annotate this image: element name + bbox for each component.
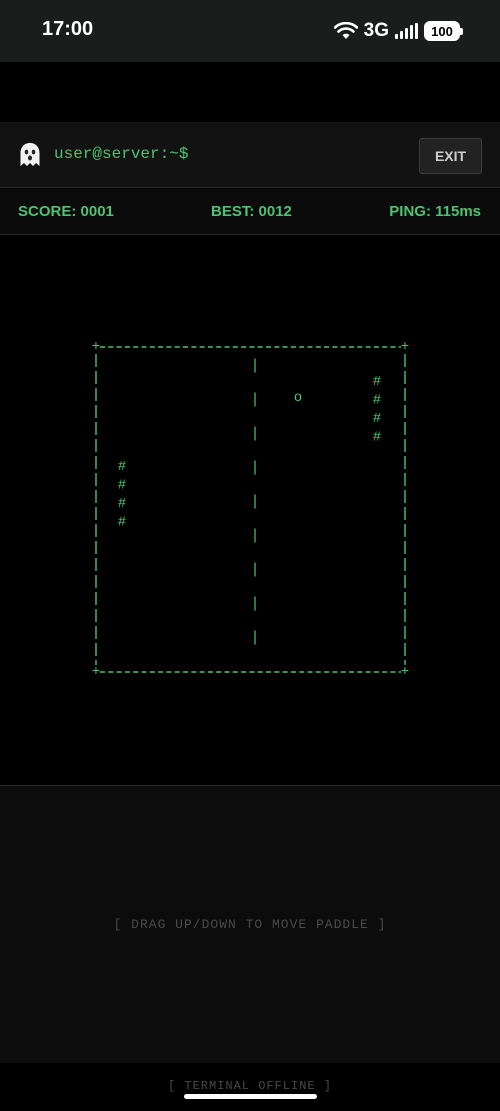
battery-level: 100 xyxy=(431,23,453,39)
player-paddle-segment: # xyxy=(118,496,126,512)
wifi-icon xyxy=(333,22,358,39)
center-net-segment: | xyxy=(250,426,259,443)
center-net-segment: | xyxy=(250,392,259,409)
terminal-prompt: user@server:~$ xyxy=(54,145,189,163)
opponent-paddle-segment: # xyxy=(373,393,381,409)
score-bar: SCORE: 0001 BEST: 0012 PING: 115ms xyxy=(0,189,500,235)
center-net-segment: | xyxy=(250,630,259,647)
center-net-segment: | xyxy=(250,596,259,613)
opponent-paddle-segment: # xyxy=(373,374,381,390)
board-corner: + xyxy=(92,664,100,680)
clock: 17:00 xyxy=(42,18,94,40)
player-paddle-segment: # xyxy=(118,459,126,475)
opponent-paddle-segment: # xyxy=(373,411,381,427)
ghost-icon xyxy=(20,143,40,166)
score-counter: SCORE: 0001 xyxy=(18,203,114,220)
center-net-segment: | xyxy=(250,460,259,477)
paddle-control-area[interactable]: [ DRAG UP/DOWN TO MOVE PADDLE ] xyxy=(0,785,500,1063)
pong-board: + + + + | | | | | | | | | # # # # # # # # o xyxy=(92,339,409,680)
status-indicators: 3G 100 xyxy=(333,18,463,44)
network-type: 3G xyxy=(363,20,389,41)
player-paddle-segment: # xyxy=(118,478,126,494)
opponent-paddle-segment: # xyxy=(373,430,381,446)
player-paddle-segment: # xyxy=(118,515,126,531)
home-indicator[interactable] xyxy=(184,1094,317,1099)
game-area[interactable]: + + + + | | | | | | | | | # # # # # # # # o xyxy=(0,236,500,785)
ball: o xyxy=(294,390,302,406)
status-bar: 17:00 3G 100 xyxy=(0,0,500,62)
battery-icon: 100 xyxy=(424,21,463,41)
drag-hint: [ DRAG UP/DOWN TO MOVE PADDLE ] xyxy=(113,917,387,932)
board-corner: + xyxy=(92,339,100,355)
best-score: BEST: 0012 xyxy=(211,203,292,220)
signal-icon xyxy=(395,23,418,39)
terminal-header: user@server:~$ EXIT xyxy=(0,122,500,188)
footer: [ TERMINAL OFFLINE ] xyxy=(0,1063,500,1111)
exit-button[interactable]: EXIT xyxy=(419,138,482,174)
center-net-segment: | xyxy=(250,494,259,511)
ping-readout: PING: 115ms xyxy=(389,203,481,220)
center-net-segment: | xyxy=(250,358,259,375)
center-net-segment: | xyxy=(250,562,259,579)
board-corner: + xyxy=(401,339,409,355)
terminal-status: [ TERMINAL OFFLINE ] xyxy=(167,1079,333,1093)
center-net-segment: | xyxy=(250,528,259,545)
board-corner: + xyxy=(401,664,409,680)
